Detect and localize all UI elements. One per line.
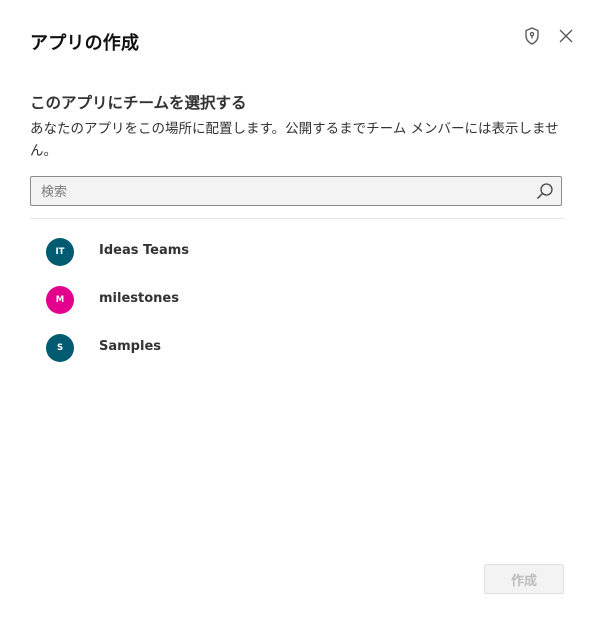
- search-icon[interactable]: [536, 182, 554, 200]
- avatar: IT: [46, 238, 74, 266]
- team-name: milestones: [99, 291, 179, 306]
- list-item[interactable]: M milestones: [30, 276, 564, 324]
- list-item[interactable]: IT Ideas Teams: [30, 228, 564, 276]
- divider: [30, 218, 564, 219]
- close-icon[interactable]: [556, 26, 576, 46]
- create-button[interactable]: 作成: [484, 564, 564, 594]
- dialog-description: あなたのアプリをこの場所に配置します。公開するまでチーム メンバーには表示しませ…: [30, 121, 559, 159]
- team-list: IT Ideas Teams M milestones S Samples: [30, 228, 564, 372]
- list-item[interactable]: S Samples: [30, 324, 564, 372]
- avatar: M: [46, 286, 74, 314]
- create-app-dialog: アプリの作成 このアプリにチームを選択する あなたのアプリをこの場所に配置します…: [0, 0, 591, 621]
- shield-icon[interactable]: [522, 26, 542, 46]
- select-team-heading: このアプリにチームを選択する: [30, 94, 247, 112]
- team-name: Samples: [99, 339, 161, 354]
- team-name: Ideas Teams: [99, 243, 190, 258]
- search-input[interactable]: [39, 177, 523, 207]
- avatar: S: [46, 334, 74, 362]
- dialog-title: アプリの作成: [30, 33, 140, 54]
- search-box[interactable]: [30, 176, 562, 207]
